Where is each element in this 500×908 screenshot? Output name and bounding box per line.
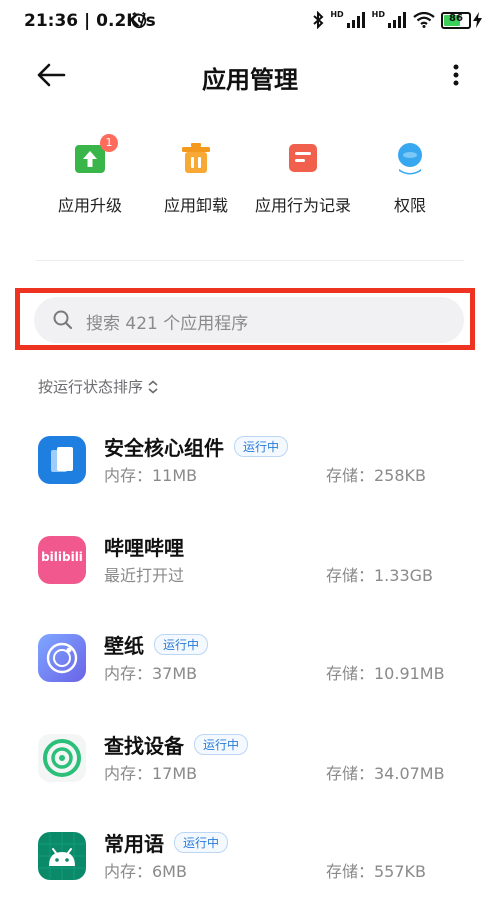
list-item-app[interactable]: 安全核心组件 运行中 内存：11MB 存储：258KB <box>0 432 500 512</box>
app-memory: 内存：37MB <box>104 664 198 683</box>
status-icons: HD HD 86 <box>312 9 482 29</box>
sort-chevron-icon <box>148 379 158 394</box>
hd-label-2: HD <box>371 9 385 19</box>
more-options-icon[interactable] <box>452 64 460 86</box>
wallpaper-icon <box>38 634 86 682</box>
list-item-app[interactable]: bilibili 哔哩哔哩 最近打开过 存储：1.33GB <box>0 532 500 612</box>
title-bar: 应用管理 <box>0 48 500 104</box>
quick-action-label: 应用行为记录 <box>254 196 351 215</box>
app-memory: 内存：6MB <box>104 862 187 881</box>
quick-action-behavior-log[interactable]: 应用行为记录 <box>243 140 363 216</box>
find-device-icon <box>38 734 86 782</box>
list-item-app[interactable]: 查找设备 运行中 内存：17MB 存储：34.07MB <box>0 730 500 810</box>
battery-icon: 86 <box>441 11 482 29</box>
charging-bolt-icon <box>473 12 482 28</box>
app-memory: 内存：11MB <box>104 466 198 485</box>
bilibili-logo-text: bilibili <box>41 550 83 564</box>
android-icon <box>38 832 86 880</box>
search-placeholder: 搜索 421 个应用程序 <box>86 314 249 334</box>
quick-action-label: 应用升级 <box>57 196 122 215</box>
app-name: 常用语 <box>104 832 164 856</box>
wifi-icon <box>413 12 435 28</box>
quick-action-label: 应用卸载 <box>163 196 228 215</box>
app-name: 壁纸 <box>104 634 144 658</box>
permission-icon <box>398 143 422 175</box>
app-last-opened: 最近打开过 <box>104 566 185 585</box>
quick-action-permissions[interactable]: 权限 <box>350 140 470 216</box>
bluetooth-icon <box>313 11 324 29</box>
app-storage: 存储：10.91MB <box>326 664 445 683</box>
list-item-app[interactable]: 壁纸 运行中 内存：37MB 存储：10.91MB <box>0 630 500 710</box>
sort-label: 按运行状态排序 <box>38 378 144 396</box>
upgrade-count-badge: 1 <box>100 134 118 152</box>
app-name: 查找设备 <box>104 734 184 758</box>
quick-actions: 1 应用升级 应用卸载 应用行为记录 权限 <box>0 134 500 230</box>
app-storage: 存储：34.07MB <box>326 764 445 783</box>
running-badge: 运行中 <box>174 832 229 853</box>
bilibili-icon: bilibili <box>38 536 86 584</box>
quick-action-app-uninstall[interactable]: 应用卸载 <box>136 140 256 216</box>
app-storage: 存储：258KB <box>326 466 427 485</box>
app-name: 安全核心组件 <box>104 436 224 460</box>
running-badge: 运行中 <box>194 734 249 755</box>
page-title: 应用管理 <box>202 66 298 94</box>
trash-icon <box>182 143 210 173</box>
hd-label-1: HD <box>330 9 344 19</box>
battery-level: 86 <box>449 12 463 24</box>
divider <box>36 260 464 261</box>
signal-icon-1 <box>346 12 365 28</box>
running-badge: 运行中 <box>234 436 289 457</box>
sort-selector[interactable]: 按运行状态排序 <box>38 376 159 397</box>
app-storage: 存储：1.33GB <box>326 566 434 585</box>
record-icon <box>289 144 317 172</box>
quick-action-app-upgrade[interactable]: 1 应用升级 <box>30 134 150 216</box>
app-storage: 存储：557KB <box>326 862 427 881</box>
alarm-icon <box>131 12 147 29</box>
list-item-app[interactable]: 常用语 运行中 内存：6MB 存储：557KB <box>0 828 500 908</box>
status-bar: 21:36 | 0.2K/s HD HD 86 <box>0 0 500 44</box>
app-name: 哔哩哔哩 <box>104 536 184 560</box>
search-input[interactable]: 搜索 421 个应用程序 <box>34 297 464 343</box>
quick-action-label: 权限 <box>393 196 426 215</box>
running-badge: 运行中 <box>154 634 209 655</box>
search-icon <box>53 310 73 330</box>
app-memory: 内存：17MB <box>104 764 198 783</box>
signal-icon-2 <box>388 12 406 28</box>
security-core-icon <box>38 436 86 484</box>
